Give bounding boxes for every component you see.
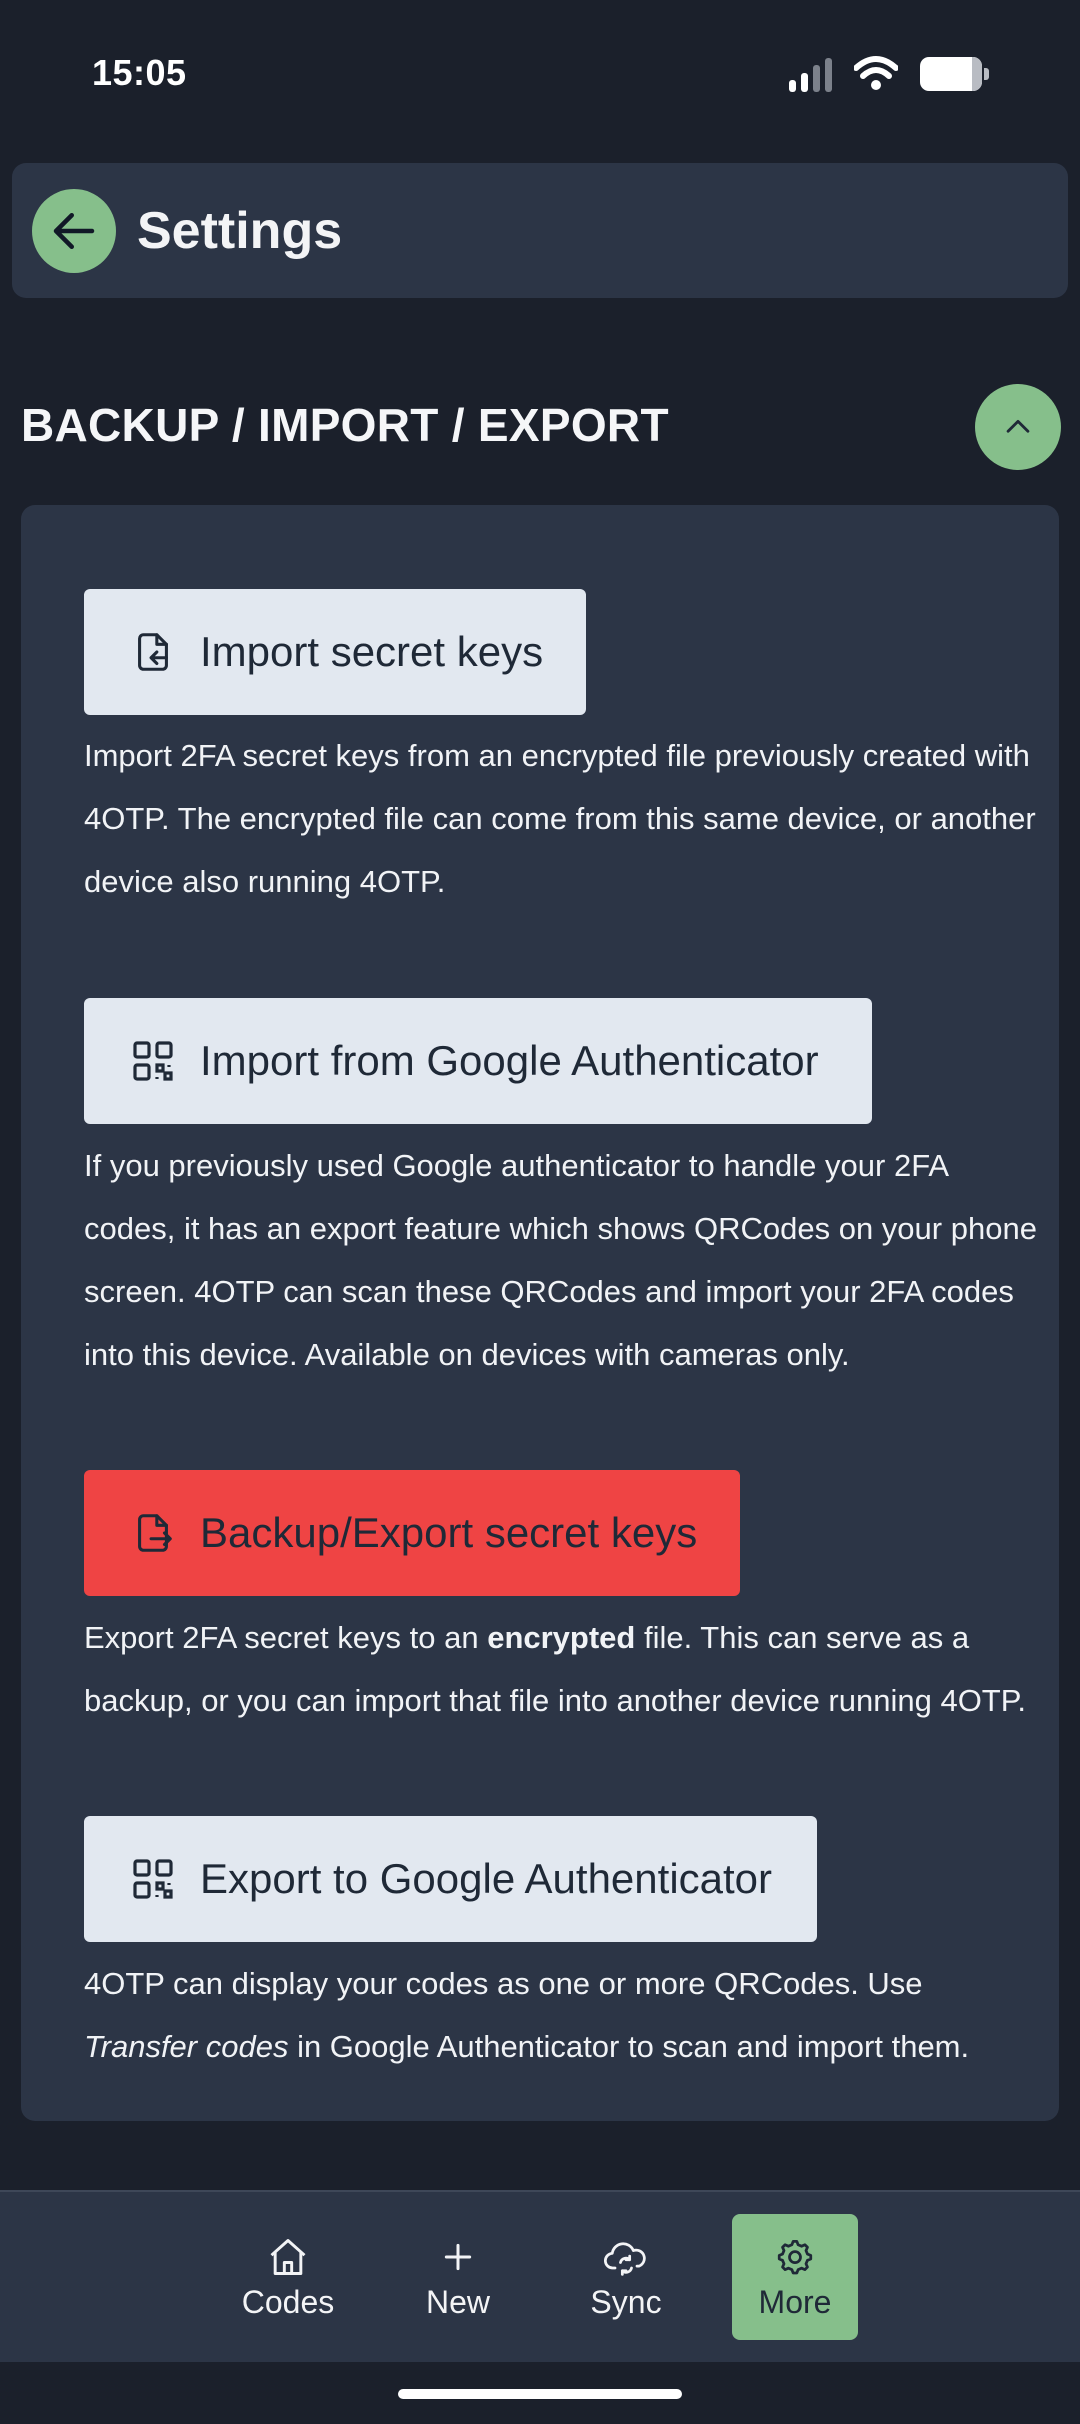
home-icon [266, 2234, 310, 2280]
nav-label-more: More [758, 2283, 832, 2320]
arrow-left-icon [53, 213, 95, 249]
backup-export-secret-keys-label: Backup/Export secret keys [200, 1509, 698, 1556]
export-google-description-end: in Google Authenticator to scan and impo… [288, 2029, 970, 2064]
export-google-description-italic: Transfer codes [84, 2029, 289, 2064]
wifi-icon [854, 56, 898, 90]
nav-item-codes[interactable]: Codes [233, 2214, 343, 2340]
nav-label-codes: Codes [241, 2283, 335, 2320]
signal-icon [789, 56, 832, 92]
backup-export-description: Export 2FA secret keys to an encrypted f… [84, 1606, 1044, 1732]
import-secret-keys-description: Import 2FA secret keys from an encrypted… [84, 738, 1036, 899]
backup-export-secret-keys-button[interactable]: Backup/Export secret keys [84, 1470, 740, 1596]
gear-icon [773, 2234, 817, 2280]
import-google-authenticator-label: Import from Google Authenticator [200, 1037, 819, 1084]
import-secret-keys-button[interactable]: Import secret keys [84, 589, 586, 715]
back-button[interactable] [32, 189, 116, 273]
status-bar: 15:05 [0, 0, 1080, 150]
collapse-button[interactable] [975, 384, 1061, 470]
qr-code-icon [128, 1854, 178, 1904]
export-google-authenticator-description: 4OTP can display your codes as one or mo… [84, 1952, 1044, 2078]
battery-icon [920, 57, 992, 91]
export-google-authenticator-label: Export to Google Authenticator [200, 1855, 773, 1902]
import-secret-keys-label: Import secret keys [200, 628, 544, 675]
cloud-sync-icon [602, 2234, 650, 2280]
home-indicator [398, 2389, 682, 2399]
status-time: 15:05 [92, 52, 187, 93]
export-google-description-start: 4OTP can display your codes as one or mo… [84, 1966, 923, 2001]
chevron-up-icon [1006, 419, 1030, 433]
import-google-authenticator-description: If you previously used Google authentica… [84, 1148, 1037, 1372]
file-export-icon [128, 1508, 178, 1558]
bottom-navigation: Codes New Sync More [0, 2190, 1080, 2362]
qr-code-icon [128, 1036, 178, 1086]
page-title: Settings [137, 202, 343, 260]
nav-label-new: New [425, 2283, 490, 2320]
backup-card: Import secret keys Import 2FA secret key… [21, 505, 1059, 2121]
plus-icon [438, 2234, 478, 2280]
import-google-authenticator-button[interactable]: Import from Google Authenticator [84, 998, 872, 1124]
nav-item-new[interactable]: New [408, 2214, 508, 2340]
status-icons [789, 56, 992, 92]
backup-export-description-start: Export 2FA secret keys to an [84, 1620, 488, 1655]
nav-item-sync[interactable]: Sync [574, 2214, 678, 2340]
app-bar: Settings [12, 163, 1068, 298]
section-title: BACKUP / IMPORT / EXPORT [21, 399, 669, 451]
nav-label-sync: Sync [590, 2283, 662, 2320]
nav-item-more[interactable]: More [732, 2214, 858, 2340]
export-google-authenticator-button[interactable]: Export to Google Authenticator [84, 1816, 817, 1942]
backup-export-description-bold: encrypted [487, 1620, 636, 1655]
file-import-icon [128, 627, 178, 677]
